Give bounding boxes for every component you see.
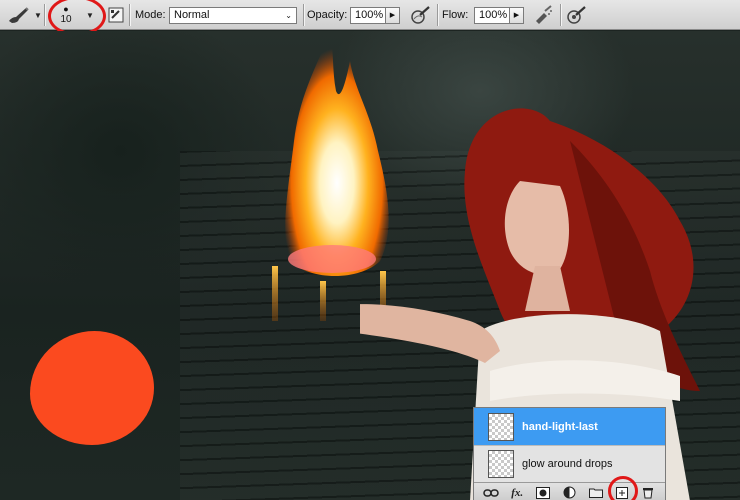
document-canvas[interactable]: hand-light-last glow around drops fx. — [0, 31, 740, 500]
brush-size-value: 10 — [60, 14, 72, 25]
layer-row-selected[interactable]: hand-light-last — [474, 408, 665, 445]
brush-panel-toggle-icon[interactable] — [108, 0, 124, 30]
mode-label: Mode: — [135, 9, 166, 21]
flow-label: Flow: — [442, 9, 469, 21]
flow-value: 100% — [479, 9, 508, 21]
trash-icon[interactable] — [640, 486, 656, 500]
new-layer-icon[interactable] — [614, 486, 630, 500]
brush-preset-icon: ● — [63, 4, 69, 14]
layer-name: glow around drops — [522, 458, 613, 470]
opacity-input[interactable]: 100% — [350, 6, 386, 24]
opacity-slider-button[interactable]: ▶ — [386, 6, 400, 24]
flow-input[interactable]: 100% — [474, 6, 510, 24]
chevron-down-icon[interactable]: ▼ — [86, 11, 94, 20]
layer-thumbnail — [488, 412, 514, 441]
brush-preset-picker[interactable]: ● 10 ▼ — [56, 0, 102, 30]
layer-row[interactable]: glow around drops — [474, 445, 665, 482]
flow-slider-button[interactable]: ▶ — [510, 6, 524, 24]
layers-panel-toolbar: fx. — [474, 482, 665, 500]
fx-icon[interactable]: fx. — [509, 486, 525, 500]
mode-select[interactable]: Normal ⌄ — [169, 0, 297, 30]
layer-mask-icon[interactable] — [535, 486, 551, 500]
pressure-size-icon[interactable] — [566, 0, 588, 30]
opacity-label: Opacity: — [307, 9, 348, 21]
new-group-icon[interactable] — [588, 486, 604, 500]
mode-value: Normal — [174, 9, 210, 21]
pressure-opacity-icon[interactable] — [410, 0, 432, 30]
adjustment-layer-icon[interactable] — [561, 486, 577, 500]
brush-color-swatch-blob — [30, 331, 154, 445]
opacity-value: 100% — [355, 9, 384, 21]
layer-thumbnail — [488, 450, 514, 478]
chevron-down-icon: ⌄ — [285, 10, 292, 20]
layer-name: hand-light-last — [522, 420, 598, 433]
layers-panel: hand-light-last glow around drops fx. — [473, 407, 666, 500]
options-bar: ▼ ● 10 ▼ Mode: Normal ⌄ Opacity: 100% ▶ … — [0, 0, 740, 36]
link-layers-icon[interactable] — [483, 486, 499, 500]
brush-tool-icon[interactable]: ▼ — [6, 0, 42, 30]
airbrush-icon[interactable] — [532, 0, 554, 30]
